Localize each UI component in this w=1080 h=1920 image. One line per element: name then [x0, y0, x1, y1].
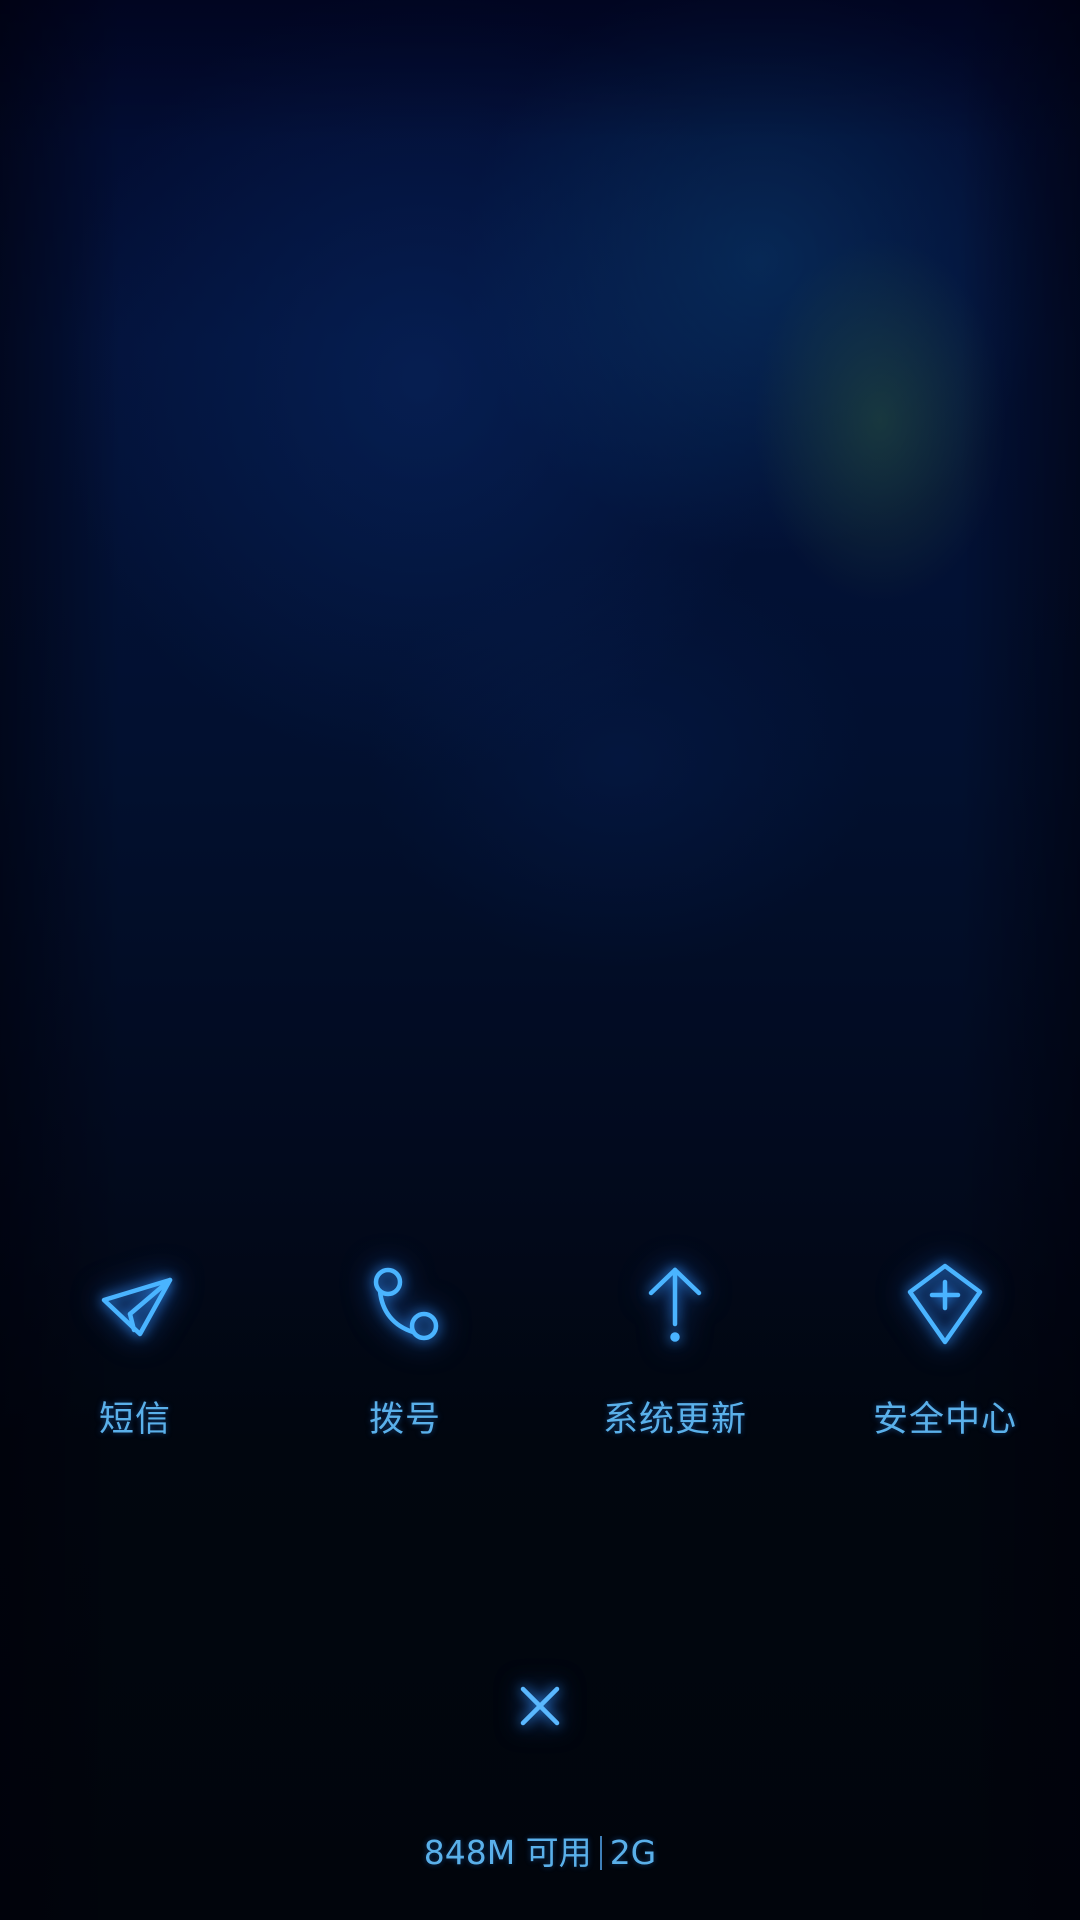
close-button[interactable] — [500, 1668, 580, 1748]
arrow-up-icon — [630, 1260, 720, 1350]
divider — [599, 1836, 602, 1870]
app-messages[interactable]: 短信 — [0, 1260, 270, 1490]
memory-available: 848M 可用 — [423, 1833, 592, 1872]
quick-launch-row: 短信 拨号 系统更新 安全中心 — [0, 1260, 1080, 1490]
recent-apps-screen: 短信 拨号 系统更新 安全中心 848M 可用 2G — [0, 0, 1080, 1920]
app-label: 短信 — [98, 1400, 171, 1440]
app-label: 系统更新 — [602, 1400, 747, 1440]
app-dialer[interactable]: 拨号 — [270, 1260, 540, 1490]
memory-total: 2G — [609, 1833, 657, 1872]
app-system-update[interactable]: 系统更新 — [540, 1260, 810, 1490]
app-label: 安全中心 — [872, 1400, 1017, 1440]
memory-status: 848M 可用 2G — [0, 1832, 1080, 1874]
phone-icon — [360, 1260, 450, 1350]
shield-plus-icon — [900, 1260, 990, 1350]
background-blur — [0, 0, 1080, 1920]
app-security-center[interactable]: 安全中心 — [810, 1260, 1080, 1490]
close-icon — [518, 1684, 562, 1732]
app-label: 拨号 — [368, 1400, 441, 1440]
paper-plane-icon — [90, 1260, 180, 1350]
